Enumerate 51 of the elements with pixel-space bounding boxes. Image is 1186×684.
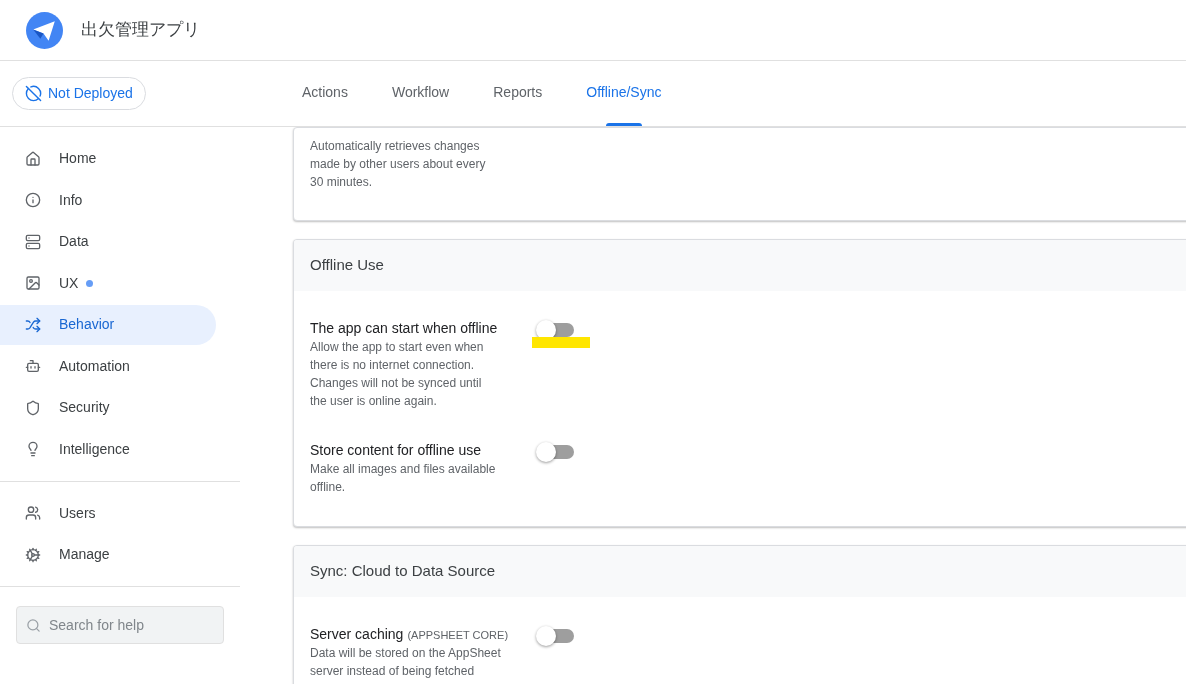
sidebar-label: Manage — [59, 545, 110, 564]
sidebar-label: Intelligence — [59, 439, 130, 459]
home-icon — [25, 150, 41, 167]
paper-plane-logo — [26, 11, 63, 49]
setting-description: Make all images and files available offline. — [310, 461, 497, 496]
sidebar-item[interactable]: Behavior — [0, 304, 216, 345]
section-title: Offline Use — [310, 255, 384, 276]
robot-icon — [25, 358, 41, 374]
sidebar-label: Users — [59, 503, 96, 523]
tab[interactable]: Workflow — [391, 82, 450, 126]
sidebar-label: Home — [59, 149, 97, 168]
toggle-switch[interactable] — [536, 442, 576, 462]
tab[interactable]: Offline/Sync — [586, 82, 662, 126]
sidebar-label: Behavior — [59, 315, 115, 334]
tab[interactable]: Actions — [302, 82, 348, 126]
app-title: 出欠管理アプリ — [81, 18, 200, 42]
sidebar-item[interactable]: Info — [0, 180, 216, 220]
sidebar-label: Automation — [59, 356, 130, 376]
sidebar-item[interactable]: Data — [0, 221, 216, 262]
sidebar-item[interactable]: Users — [0, 493, 216, 533]
setting-description: Data will be stored on the AppSheet server instead of being fetched — [310, 645, 502, 680]
setting-title: Server caching — [310, 625, 404, 644]
tab[interactable]: Reports — [493, 82, 543, 126]
sidebar-label: Data — [59, 232, 89, 251]
lightbulb-icon — [25, 441, 41, 457]
search-field[interactable]: Search for help — [16, 606, 224, 644]
disabled-icon — [25, 85, 42, 102]
sidebar-item[interactable]: Automation — [0, 346, 216, 386]
people-icon — [25, 505, 41, 521]
server-icon — [25, 233, 41, 250]
sidebar-item[interactable]: UX — [0, 263, 216, 303]
setting-title: Store content for offline use — [310, 441, 481, 460]
setting-description: Automatically retrieves changes made by other users about every 30 minutes. — [310, 138, 487, 191]
shield-icon — [25, 399, 41, 416]
sidebar-item[interactable]: Manage — [0, 534, 216, 575]
info-icon — [25, 192, 41, 208]
section-title: Sync: Cloud to Data Source — [310, 561, 496, 582]
toggle-switch[interactable] — [536, 626, 576, 646]
sidebar-item[interactable]: Intelligence — [0, 429, 216, 469]
sidebar-item[interactable]: Security — [0, 387, 216, 428]
sidebar-label: Security — [59, 398, 110, 417]
setting-title: The app can start when offline — [310, 319, 498, 338]
sidebar-label: UX — [59, 273, 79, 293]
shuffle-icon — [25, 316, 41, 333]
gear-icon — [25, 546, 41, 563]
sidebar-item[interactable]: Home — [0, 138, 216, 179]
setting-description: Allow the app to start even when there is no internet connection. Changes will not be synced until the user is online again. — [310, 339, 485, 410]
image-icon — [25, 275, 41, 291]
sidebar-label: Info — [59, 190, 83, 210]
search-icon — [26, 618, 41, 633]
setting-note: (APPSHEET CORE) — [407, 628, 509, 643]
